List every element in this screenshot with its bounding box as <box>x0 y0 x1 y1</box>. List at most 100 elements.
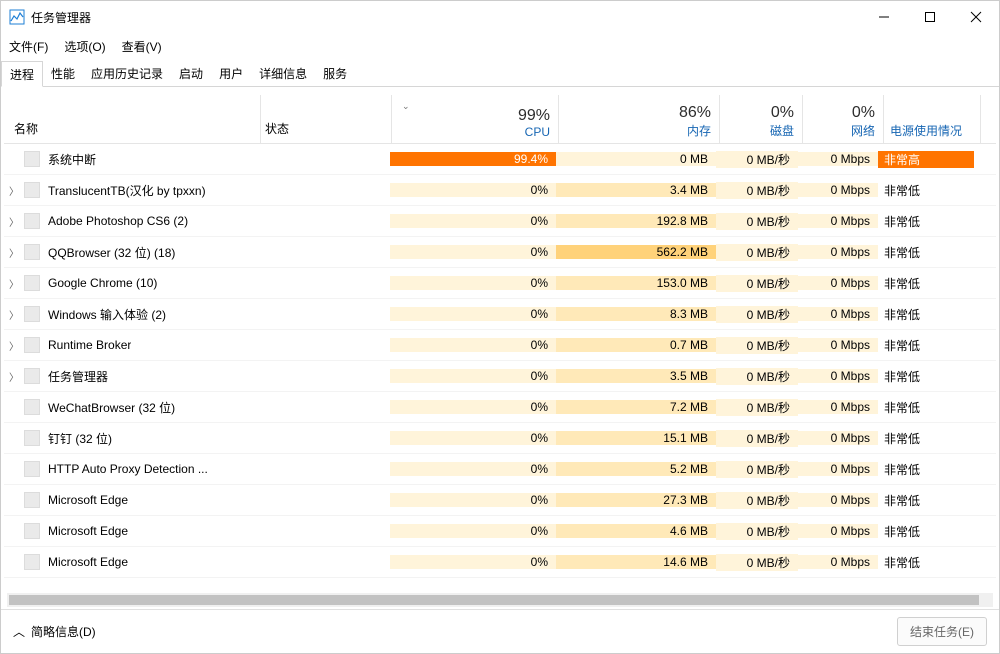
process-row[interactable]: 〉Runtime Broker0%0.7 MB0 MB/秒0 Mbps非常低 <box>4 330 996 361</box>
power-cell: 非常低 <box>878 430 974 447</box>
end-task-button[interactable]: 结束任务(E) <box>897 617 987 646</box>
process-name-cell: 钉钉 (32 位) <box>4 430 260 447</box>
process-name-cell: HTTP Auto Proxy Detection ... <box>4 461 260 477</box>
tab-2[interactable]: 应用历史记录 <box>83 61 171 86</box>
process-row[interactable]: 〉Adobe Photoshop CS6 (2)0%192.8 MB0 MB/秒… <box>4 206 996 237</box>
minimize-button[interactable] <box>861 1 907 33</box>
power-cell: 非常低 <box>878 213 974 230</box>
process-name-cell: 〉Google Chrome (10) <box>4 275 260 291</box>
process-icon <box>24 182 40 198</box>
expand-icon[interactable]: 〉 <box>4 214 24 229</box>
process-row[interactable]: 钉钉 (32 位)0%15.1 MB0 MB/秒0 Mbps非常低 <box>4 423 996 454</box>
process-name: 系统中断 <box>48 151 96 168</box>
close-button[interactable] <box>953 1 999 33</box>
menu-options[interactable]: 选项(O) <box>64 38 105 55</box>
network-cell: 0 Mbps <box>798 462 878 476</box>
cpu-cell: 0% <box>390 276 556 290</box>
process-name: Runtime Broker <box>48 338 131 352</box>
column-header-row: 名称 状态 ⌄ 99% CPU 86% 内存 0% 磁盘 0% 网络 电源使用情… <box>4 95 996 144</box>
process-row[interactable]: Microsoft Edge0%27.3 MB0 MB/秒0 Mbps非常低 <box>4 485 996 516</box>
cpu-cell: 0% <box>390 400 556 414</box>
tab-1[interactable]: 性能 <box>43 61 83 86</box>
process-icon <box>24 523 40 539</box>
disk-cell: 0 MB/秒 <box>716 368 798 385</box>
column-name[interactable]: 名称 <box>4 95 260 143</box>
cpu-cell: 0% <box>390 245 556 259</box>
process-icon <box>24 492 40 508</box>
process-icon <box>24 213 40 229</box>
expand-icon[interactable]: 〉 <box>4 276 24 291</box>
expand-icon[interactable]: 〉 <box>4 369 24 384</box>
title-bar: 任务管理器 <box>1 1 999 33</box>
process-icon <box>24 275 40 291</box>
column-cpu[interactable]: ⌄ 99% CPU <box>392 95 558 143</box>
process-name: Microsoft Edge <box>48 524 128 538</box>
memory-cell: 5.2 MB <box>556 462 716 476</box>
memory-cell: 192.8 MB <box>556 214 716 228</box>
tab-bar: 进程性能应用历史记录启动用户详细信息服务 <box>1 61 999 87</box>
network-cell: 0 Mbps <box>798 307 878 321</box>
maximize-button[interactable] <box>907 1 953 33</box>
fewer-details-toggle[interactable]: ︿ 简略信息(D) <box>13 623 96 640</box>
disk-cell: 0 MB/秒 <box>716 182 798 199</box>
process-icon <box>24 368 40 384</box>
memory-cell: 0.7 MB <box>556 338 716 352</box>
disk-cell: 0 MB/秒 <box>716 461 798 478</box>
process-row[interactable]: Microsoft Edge0%4.6 MB0 MB/秒0 Mbps非常低 <box>4 516 996 547</box>
process-list[interactable]: 系统中断99.4%0 MB0 MB/秒0 Mbps非常高〉 Translucent… <box>4 144 996 593</box>
expand-icon[interactable]: 〉 <box>4 183 24 198</box>
column-memory[interactable]: 86% 内存 <box>559 95 719 143</box>
power-cell: 非常低 <box>878 182 974 199</box>
process-row[interactable]: WeChatBrowser (32 位) 0%7.2 MB0 MB/秒0 Mbps… <box>4 392 996 423</box>
process-row[interactable]: 系统中断99.4%0 MB0 MB/秒0 Mbps非常高 <box>4 144 996 175</box>
column-status[interactable]: 状态 <box>261 95 391 143</box>
process-row[interactable]: 〉QQBrowser (32 位) (18)0%562.2 MB0 MB/秒0 … <box>4 237 996 268</box>
process-name-cell: 〉Adobe Photoshop CS6 (2) <box>4 213 260 229</box>
tab-6[interactable]: 服务 <box>315 61 355 86</box>
menu-view[interactable]: 查看(V) <box>122 38 162 55</box>
column-disk[interactable]: 0% 磁盘 <box>720 95 802 143</box>
process-row[interactable]: 〉Windows 输入体验 (2)0%8.3 MB0 MB/秒0 Mbps非常低 <box>4 299 996 330</box>
memory-cell: 7.2 MB <box>556 400 716 414</box>
cpu-cell: 0% <box>390 214 556 228</box>
network-cell: 0 Mbps <box>798 214 878 228</box>
tab-0[interactable]: 进程 <box>1 61 43 87</box>
cpu-cell: 0% <box>390 338 556 352</box>
process-row[interactable]: 〉Google Chrome (10)0%153.0 MB0 MB/秒0 Mbp… <box>4 268 996 299</box>
horizontal-scrollbar[interactable] <box>7 593 993 607</box>
process-name-cell: WeChatBrowser (32 位) <box>4 399 260 416</box>
column-power[interactable]: 电源使用情况 <box>884 95 980 143</box>
expand-icon[interactable]: 〉 <box>4 307 24 322</box>
cpu-cell: 0% <box>390 555 556 569</box>
network-cell: 0 Mbps <box>798 400 878 414</box>
fewer-details-label: 简略信息(D) <box>31 623 96 640</box>
tab-3[interactable]: 启动 <box>171 61 211 86</box>
disk-cell: 0 MB/秒 <box>716 399 798 416</box>
menu-file[interactable]: 文件(F) <box>9 38 48 55</box>
expand-icon[interactable]: 〉 <box>4 338 24 353</box>
disk-cell: 0 MB/秒 <box>716 151 798 168</box>
process-row[interactable]: 〉TranslucentTB(汉化 by tpxxn)0%3.4 MB0 MB/… <box>4 175 996 206</box>
expand-icon[interactable]: 〉 <box>4 245 24 260</box>
cpu-label: CPU <box>525 125 550 139</box>
disk-cell: 0 MB/秒 <box>716 275 798 292</box>
memory-cell: 14.6 MB <box>556 555 716 569</box>
process-row[interactable]: Microsoft Edge0%14.6 MB0 MB/秒0 Mbps非常低 <box>4 547 996 578</box>
memory-cell: 3.5 MB <box>556 369 716 383</box>
disk-total-pct: 0% <box>771 104 794 122</box>
process-row[interactable]: 〉任务管理器0%3.5 MB0 MB/秒0 Mbps非常低 <box>4 361 996 392</box>
column-network[interactable]: 0% 网络 <box>803 95 883 143</box>
power-cell: 非常低 <box>878 244 974 261</box>
window-title: 任务管理器 <box>31 9 91 26</box>
process-name: TranslucentTB(汉化 by tpxxn) <box>48 182 206 199</box>
disk-cell: 0 MB/秒 <box>716 244 798 261</box>
power-label: 电源使用情况 <box>884 122 962 139</box>
memory-cell: 4.6 MB <box>556 524 716 538</box>
process-name-cell: 〉 TranslucentTB(汉化 by tpxxn) <box>4 182 260 199</box>
tab-4[interactable]: 用户 <box>211 61 251 86</box>
tab-5[interactable]: 详细信息 <box>251 61 315 86</box>
power-cell: 非常低 <box>878 523 974 540</box>
mem-label: 内存 <box>687 122 711 139</box>
process-row[interactable]: HTTP Auto Proxy Detection ...0%5.2 MB0 M… <box>4 454 996 485</box>
process-name: QQBrowser (32 位) (18) <box>48 244 175 261</box>
